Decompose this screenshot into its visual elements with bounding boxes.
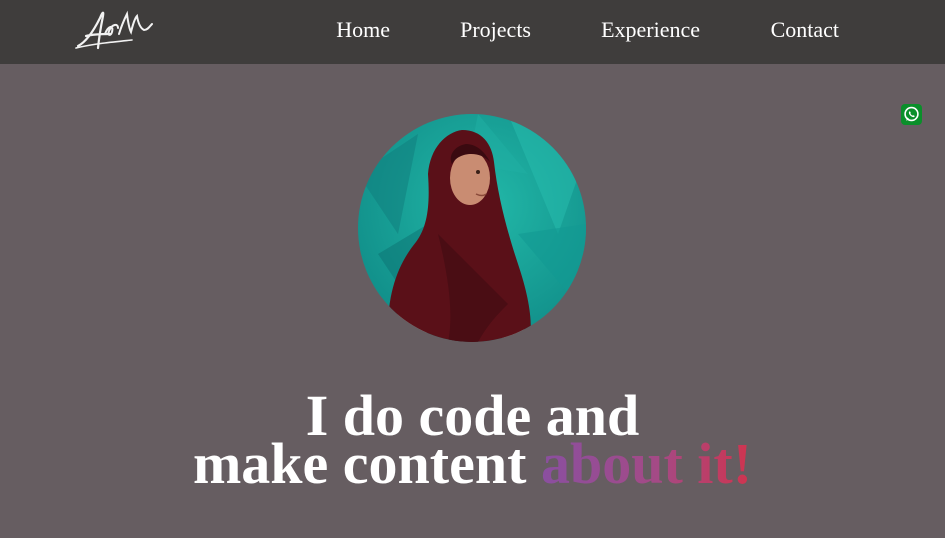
nav-home-link[interactable]: Home: [336, 17, 390, 43]
profile-avatar: [358, 114, 586, 342]
nav-experience-link[interactable]: Experience: [601, 17, 700, 43]
headline-accent-text: about it!: [540, 431, 753, 496]
navbar: Home Projects Experience Contact: [0, 0, 945, 64]
headline-line2: make content about it!: [0, 435, 945, 493]
profile-photo-icon: [358, 114, 586, 342]
hero-headline: I do code and make content about it!: [0, 387, 945, 493]
nav-projects-link[interactable]: Projects: [460, 17, 531, 43]
headline-plain-text: make content: [192, 431, 527, 496]
nav-contact-link[interactable]: Contact: [771, 17, 839, 43]
signature-logo-icon[interactable]: [72, 4, 156, 54]
whatsapp-icon[interactable]: [901, 104, 922, 125]
